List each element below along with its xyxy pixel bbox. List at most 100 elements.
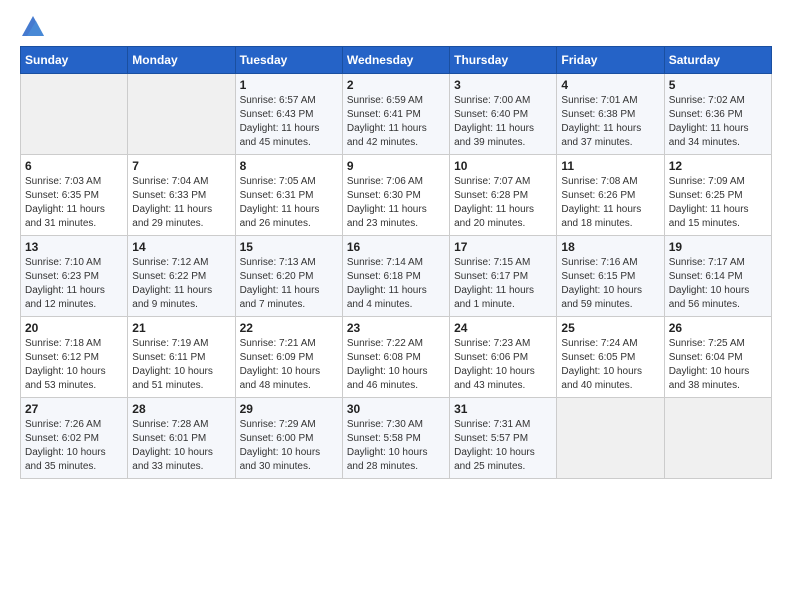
- calendar-cell: 8Sunrise: 7:05 AM Sunset: 6:31 PM Daylig…: [235, 155, 342, 236]
- calendar-cell: 28 Sunrise: 7:28 AM Sunset: 6:01 PM Dayli…: [128, 398, 235, 479]
- calendar-cell: 11 Sunrise: 7:08 AM Sunset: 6:26 PM Dayli…: [557, 155, 664, 236]
- calendar-cell: 21 Sunrise: 7:19 AM Sunset: 6:11 PM Dayli…: [128, 317, 235, 398]
- day-info: Sunrise: 7:15 AM Sunset: 6:17 PM Dayligh…: [454, 256, 552, 312]
- day-info: Sunrise: 6:57 AM Sunset: 6:43 PM Dayligh…: [240, 94, 338, 150]
- day-number: 29: [240, 402, 338, 416]
- day-number: 3: [454, 78, 552, 92]
- day-number: 21: [132, 321, 230, 335]
- calendar-cell: 20 Sunrise: 7:18 AM Sunset: 6:12 PM Dayli…: [21, 317, 128, 398]
- calendar-cell: [664, 398, 771, 479]
- day-info: Sunrise: 7:31 AM Sunset: 5:57 PM Dayligh…: [454, 418, 552, 474]
- day-number: 6: [25, 159, 123, 173]
- calendar-week-1: 1 Sunrise: 6:57 AM Sunset: 6:43 PM Daylig…: [21, 74, 772, 155]
- day-info: Sunrise: 7:13 AM Sunset: 6:20 PM Dayligh…: [240, 256, 338, 312]
- day-info: Sunrise: 7:29 AM Sunset: 6:00 PM Dayligh…: [240, 418, 338, 474]
- day-info: Sunrise: 6:59 AM Sunset: 6:41 PM Dayligh…: [347, 94, 445, 150]
- calendar-cell: 29 Sunrise: 7:29 AM Sunset: 6:00 PM Dayli…: [235, 398, 342, 479]
- day-number: 11: [561, 159, 659, 173]
- calendar-table: SundayMondayTuesdayWednesdayThursdayFrid…: [20, 46, 772, 479]
- day-number: 19: [669, 240, 767, 254]
- day-number: 23: [347, 321, 445, 335]
- day-header-thursday: Thursday: [450, 47, 557, 74]
- calendar-cell: 25Sunrise: 7:24 AM Sunset: 6:05 PM Dayli…: [557, 317, 664, 398]
- day-info: Sunrise: 7:28 AM Sunset: 6:01 PM Dayligh…: [132, 418, 230, 474]
- day-header-monday: Monday: [128, 47, 235, 74]
- day-number: 22: [240, 321, 338, 335]
- day-info: Sunrise: 7:08 AM Sunset: 6:26 PM Dayligh…: [561, 175, 659, 231]
- day-info: Sunrise: 7:26 AM Sunset: 6:02 PM Dayligh…: [25, 418, 123, 474]
- day-number: 18: [561, 240, 659, 254]
- day-info: Sunrise: 7:05 AM Sunset: 6:31 PM Dayligh…: [240, 175, 338, 231]
- day-info: Sunrise: 7:30 AM Sunset: 5:58 PM Dayligh…: [347, 418, 445, 474]
- calendar-cell: 13 Sunrise: 7:10 AM Sunset: 6:23 PM Dayli…: [21, 236, 128, 317]
- day-info: Sunrise: 7:00 AM Sunset: 6:40 PM Dayligh…: [454, 94, 552, 150]
- logo: [20, 20, 44, 36]
- day-info: Sunrise: 7:22 AM Sunset: 6:08 PM Dayligh…: [347, 337, 445, 393]
- day-info: Sunrise: 7:06 AM Sunset: 6:30 PM Dayligh…: [347, 175, 445, 231]
- day-info: Sunrise: 7:07 AM Sunset: 6:28 PM Dayligh…: [454, 175, 552, 231]
- day-info: Sunrise: 7:18 AM Sunset: 6:12 PM Dayligh…: [25, 337, 123, 393]
- day-number: 30: [347, 402, 445, 416]
- day-number: 28: [132, 402, 230, 416]
- calendar-cell: 1 Sunrise: 6:57 AM Sunset: 6:43 PM Daylig…: [235, 74, 342, 155]
- calendar-cell: 14 Sunrise: 7:12 AM Sunset: 6:22 PM Dayli…: [128, 236, 235, 317]
- calendar-cell: 12Sunrise: 7:09 AM Sunset: 6:25 PM Dayli…: [664, 155, 771, 236]
- calendar-week-2: 6 Sunrise: 7:03 AM Sunset: 6:35 PM Daylig…: [21, 155, 772, 236]
- day-info: Sunrise: 7:10 AM Sunset: 6:23 PM Dayligh…: [25, 256, 123, 312]
- day-info: Sunrise: 7:09 AM Sunset: 6:25 PM Dayligh…: [669, 175, 767, 231]
- calendar-week-5: 27 Sunrise: 7:26 AM Sunset: 6:02 PM Dayli…: [21, 398, 772, 479]
- calendar-cell: 7 Sunrise: 7:04 AM Sunset: 6:33 PM Daylig…: [128, 155, 235, 236]
- calendar-cell: 26 Sunrise: 7:25 AM Sunset: 6:04 PM Dayli…: [664, 317, 771, 398]
- day-number: 14: [132, 240, 230, 254]
- day-number: 1: [240, 78, 338, 92]
- day-number: 20: [25, 321, 123, 335]
- day-info: Sunrise: 7:25 AM Sunset: 6:04 PM Dayligh…: [669, 337, 767, 393]
- day-number: 4: [561, 78, 659, 92]
- calendar-cell: 9 Sunrise: 7:06 AM Sunset: 6:30 PM Daylig…: [342, 155, 449, 236]
- day-info: Sunrise: 7:24 AM Sunset: 6:05 PM Dayligh…: [561, 337, 659, 393]
- day-info: Sunrise: 7:03 AM Sunset: 6:35 PM Dayligh…: [25, 175, 123, 231]
- calendar-cell: 10 Sunrise: 7:07 AM Sunset: 6:28 PM Dayli…: [450, 155, 557, 236]
- day-header-saturday: Saturday: [664, 47, 771, 74]
- day-number: 5: [669, 78, 767, 92]
- day-info: Sunrise: 7:16 AM Sunset: 6:15 PM Dayligh…: [561, 256, 659, 312]
- calendar-cell: [21, 74, 128, 155]
- day-info: Sunrise: 7:14 AM Sunset: 6:18 PM Dayligh…: [347, 256, 445, 312]
- calendar-cell: 5 Sunrise: 7:02 AM Sunset: 6:36 PM Daylig…: [664, 74, 771, 155]
- day-info: Sunrise: 7:19 AM Sunset: 6:11 PM Dayligh…: [132, 337, 230, 393]
- calendar-cell: 4 Sunrise: 7:01 AM Sunset: 6:38 PM Daylig…: [557, 74, 664, 155]
- day-info: Sunrise: 7:23 AM Sunset: 6:06 PM Dayligh…: [454, 337, 552, 393]
- calendar-cell: [557, 398, 664, 479]
- calendar-cell: 30 Sunrise: 7:30 AM Sunset: 5:58 PM Dayli…: [342, 398, 449, 479]
- day-info: Sunrise: 7:02 AM Sunset: 6:36 PM Dayligh…: [669, 94, 767, 150]
- calendar-cell: 2 Sunrise: 6:59 AM Sunset: 6:41 PM Daylig…: [342, 74, 449, 155]
- day-number: 27: [25, 402, 123, 416]
- day-header-friday: Friday: [557, 47, 664, 74]
- calendar-header-row: SundayMondayTuesdayWednesdayThursdayFrid…: [21, 47, 772, 74]
- calendar-cell: 6 Sunrise: 7:03 AM Sunset: 6:35 PM Daylig…: [21, 155, 128, 236]
- calendar-cell: 17 Sunrise: 7:15 AM Sunset: 6:17 PM Dayli…: [450, 236, 557, 317]
- day-header-wednesday: Wednesday: [342, 47, 449, 74]
- day-info: Sunrise: 7:01 AM Sunset: 6:38 PM Dayligh…: [561, 94, 659, 150]
- calendar-cell: 15 Sunrise: 7:13 AM Sunset: 6:20 PM Dayli…: [235, 236, 342, 317]
- day-number: 2: [347, 78, 445, 92]
- calendar-week-3: 13 Sunrise: 7:10 AM Sunset: 6:23 PM Dayli…: [21, 236, 772, 317]
- calendar-cell: 19Sunrise: 7:17 AM Sunset: 6:14 PM Dayli…: [664, 236, 771, 317]
- day-number: 15: [240, 240, 338, 254]
- day-info: Sunrise: 7:12 AM Sunset: 6:22 PM Dayligh…: [132, 256, 230, 312]
- day-info: Sunrise: 7:04 AM Sunset: 6:33 PM Dayligh…: [132, 175, 230, 231]
- day-number: 26: [669, 321, 767, 335]
- day-header-sunday: Sunday: [21, 47, 128, 74]
- day-number: 24: [454, 321, 552, 335]
- day-number: 9: [347, 159, 445, 173]
- calendar-cell: 3 Sunrise: 7:00 AM Sunset: 6:40 PM Daylig…: [450, 74, 557, 155]
- calendar-cell: 22Sunrise: 7:21 AM Sunset: 6:09 PM Dayli…: [235, 317, 342, 398]
- calendar-cell: 27 Sunrise: 7:26 AM Sunset: 6:02 PM Dayli…: [21, 398, 128, 479]
- calendar-cell: 24 Sunrise: 7:23 AM Sunset: 6:06 PM Dayli…: [450, 317, 557, 398]
- day-number: 7: [132, 159, 230, 173]
- day-number: 10: [454, 159, 552, 173]
- page-header: [20, 20, 772, 36]
- day-number: 17: [454, 240, 552, 254]
- calendar-cell: 18 Sunrise: 7:16 AM Sunset: 6:15 PM Dayli…: [557, 236, 664, 317]
- day-number: 13: [25, 240, 123, 254]
